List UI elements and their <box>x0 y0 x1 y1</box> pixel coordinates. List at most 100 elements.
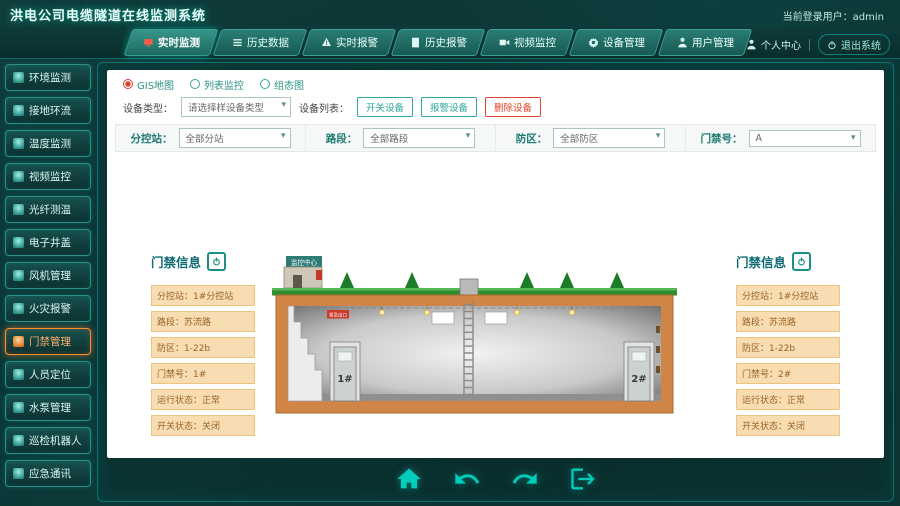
tab-label: 用户管理 <box>692 35 734 50</box>
access-info-title: 门禁信息 <box>736 252 786 271</box>
personal-center-link[interactable]: 个人中心 <box>746 37 801 52</box>
exit-button[interactable] <box>568 465 598 493</box>
tab-label: 历史数据 <box>247 35 289 50</box>
access-info-panel-left: 门禁信息 分控站：1#分控站 路段：苏流路 防区：1-22b 门禁号：1# 运行… <box>151 252 255 436</box>
tunnel-diagram: 监控中心 <box>272 246 677 434</box>
sidebar-item-label: 人员定位 <box>29 367 71 382</box>
sign-board <box>485 312 507 324</box>
inspection-robot-icon <box>13 435 24 446</box>
sidebar-item-environment[interactable]: 环境监测 <box>5 64 91 91</box>
sidebar-item-fan-management[interactable]: 风机管理 <box>5 262 91 289</box>
divider <box>809 39 810 51</box>
radio-scada-view[interactable]: 组态图 <box>260 77 304 92</box>
access-control-icon <box>13 336 24 347</box>
home-icon <box>394 465 424 493</box>
undo-button[interactable] <box>452 465 482 493</box>
home-button[interactable] <box>394 465 424 493</box>
svg-text:紧急出口: 紧急出口 <box>329 312 347 319</box>
logout-label: 退出系统 <box>841 37 881 52</box>
access-info-panel-right: 门禁信息 分控站：1#分控站 路段：苏流路 防区：1-22b 门禁号：2# 运行… <box>736 252 840 436</box>
access-info-row: 门禁号：1# <box>151 363 255 384</box>
access-info-row: 门禁号：2# <box>736 363 840 384</box>
substation-select[interactable]: 全部分站 <box>179 128 291 148</box>
personal-center-label: 个人中心 <box>761 37 801 52</box>
tunnel-door-1[interactable]: 1# <box>330 342 360 401</box>
sidebar-item-temperature[interactable]: 温度监测 <box>5 130 91 157</box>
sidebar-item-water-pump[interactable]: 水泵管理 <box>5 394 91 421</box>
filter-substation: 分控站： 全部分站 <box>116 125 306 151</box>
tab-user-management[interactable]: 用户管理 <box>658 29 753 56</box>
sidebar-item-emergency-comm[interactable]: 应急通讯 <box>5 460 91 487</box>
left-sidebar: 环境监测 接地环流 温度监测 视频监控 光纤测温 电子井盖 风机管理 火灾报警 … <box>5 64 91 487</box>
sidebar-item-access-control[interactable]: 门禁管理 <box>5 328 91 355</box>
view-mode-label: 列表监控 <box>204 77 244 92</box>
tab-label: 实时报警 <box>336 35 378 50</box>
device-list-label: 设备列表： <box>299 100 349 115</box>
sidebar-item-label: 光纤测温 <box>29 202 71 217</box>
tab-realtime-monitor[interactable]: 实时监测 <box>124 29 219 56</box>
radio-gis-map[interactable]: GIS地图 <box>123 77 174 92</box>
filter-door-number: 门禁号： A <box>686 125 875 151</box>
redo-button[interactable] <box>510 465 540 493</box>
tab-device-management[interactable]: 设备管理 <box>569 29 664 56</box>
defense-zone-select[interactable]: 全部防区 <box>553 128 665 148</box>
app-window: 洪电公司电缆隧道在线监测系统 当前登录用户：admin 实时监测 历史数据 实时… <box>0 0 900 506</box>
sidebar-item-label: 门禁管理 <box>29 334 71 349</box>
tab-label: 历史报警 <box>425 35 467 50</box>
radio-selected-dot <box>123 79 133 89</box>
tab-history-alarm[interactable]: 历史报警 <box>391 29 486 56</box>
sidebar-item-fiber-temperature[interactable]: 光纤测温 <box>5 196 91 223</box>
power-status-icon[interactable] <box>792 252 811 271</box>
device-type-select[interactable]: 请选择样设备类型 <box>181 97 291 117</box>
history-alarm-icon <box>410 37 421 48</box>
alarm-light <box>316 270 322 280</box>
control-center-building: 监控中心 <box>284 256 322 288</box>
view-mode-row: GIS地图 列表监控 组态图 <box>107 70 884 92</box>
tab-label: 设备管理 <box>603 35 645 50</box>
device-toolbar: 设备类型： 请选择样设备类型 设备列表： 开关设备 报警设备 删除设备 <box>107 92 884 117</box>
tab-history-data[interactable]: 历史数据 <box>213 29 308 56</box>
tab-realtime-alarm[interactable]: 实时报警 <box>302 29 397 56</box>
tab-video-monitor[interactable]: 视频监控 <box>480 29 575 56</box>
filter-label: 门禁号： <box>701 131 743 146</box>
filter-defense-zone: 防区： 全部防区 <box>496 125 686 151</box>
power-status-icon[interactable] <box>207 252 226 271</box>
alarm-bell-icon <box>321 37 332 48</box>
fiber-temperature-icon <box>13 204 24 215</box>
manhole-cover-icon <box>13 237 24 248</box>
alarm-device-button[interactable]: 报警设备 <box>421 97 477 117</box>
switch-device-button[interactable]: 开关设备 <box>357 97 413 117</box>
sidebar-item-label: 巡检机器人 <box>29 433 82 448</box>
emergency-comm-icon <box>13 468 24 479</box>
sidebar-item-label: 接地环流 <box>29 103 71 118</box>
current-user-label: 当前登录用户：admin <box>783 8 884 23</box>
nav-tabs: 实时监测 历史数据 实时报警 历史报警 视频监控 设备管理 用户管理 <box>128 29 748 56</box>
access-info-row: 防区：1-22b <box>736 337 840 358</box>
undo-arrow-icon <box>452 465 482 493</box>
app-title: 洪电公司电缆隧道在线监测系统 <box>10 5 206 24</box>
gear-icon <box>588 37 599 48</box>
power-glyph-icon <box>212 257 221 266</box>
control-center-label: 监控中心 <box>291 258 318 267</box>
radio-dot <box>260 79 270 89</box>
bottom-toolbar <box>98 465 893 493</box>
sidebar-item-personnel-location[interactable]: 人员定位 <box>5 361 91 388</box>
sidebar-item-fire-alarm[interactable]: 火灾报警 <box>5 295 91 322</box>
door-number-select[interactable]: A <box>749 130 861 147</box>
diagram-area: 门禁信息 分控站：1#分控站 路段：苏流路 防区：1-22b 门禁号：1# 运行… <box>107 152 884 458</box>
logout-button[interactable]: 退出系统 <box>818 34 890 55</box>
radio-list-monitor[interactable]: 列表监控 <box>190 77 244 92</box>
road-section-select[interactable]: 全部路段 <box>363 128 475 148</box>
video-monitor-icon <box>13 171 24 182</box>
sidebar-item-ground-current[interactable]: 接地环流 <box>5 97 91 124</box>
delete-device-button[interactable]: 删除设备 <box>485 97 541 117</box>
view-mode-label: GIS地图 <box>137 77 174 92</box>
sidebar-item-video[interactable]: 视频监控 <box>5 163 91 190</box>
access-info-row: 路段：苏流路 <box>151 311 255 332</box>
tunnel-door-2[interactable]: 2# <box>624 342 654 401</box>
personnel-location-icon <box>13 369 24 380</box>
history-data-icon <box>232 37 243 48</box>
sidebar-item-manhole-cover[interactable]: 电子井盖 <box>5 229 91 256</box>
emergency-exit-sign: 紧急出口 <box>327 310 349 319</box>
sidebar-item-inspection-robot[interactable]: 巡检机器人 <box>5 427 91 454</box>
